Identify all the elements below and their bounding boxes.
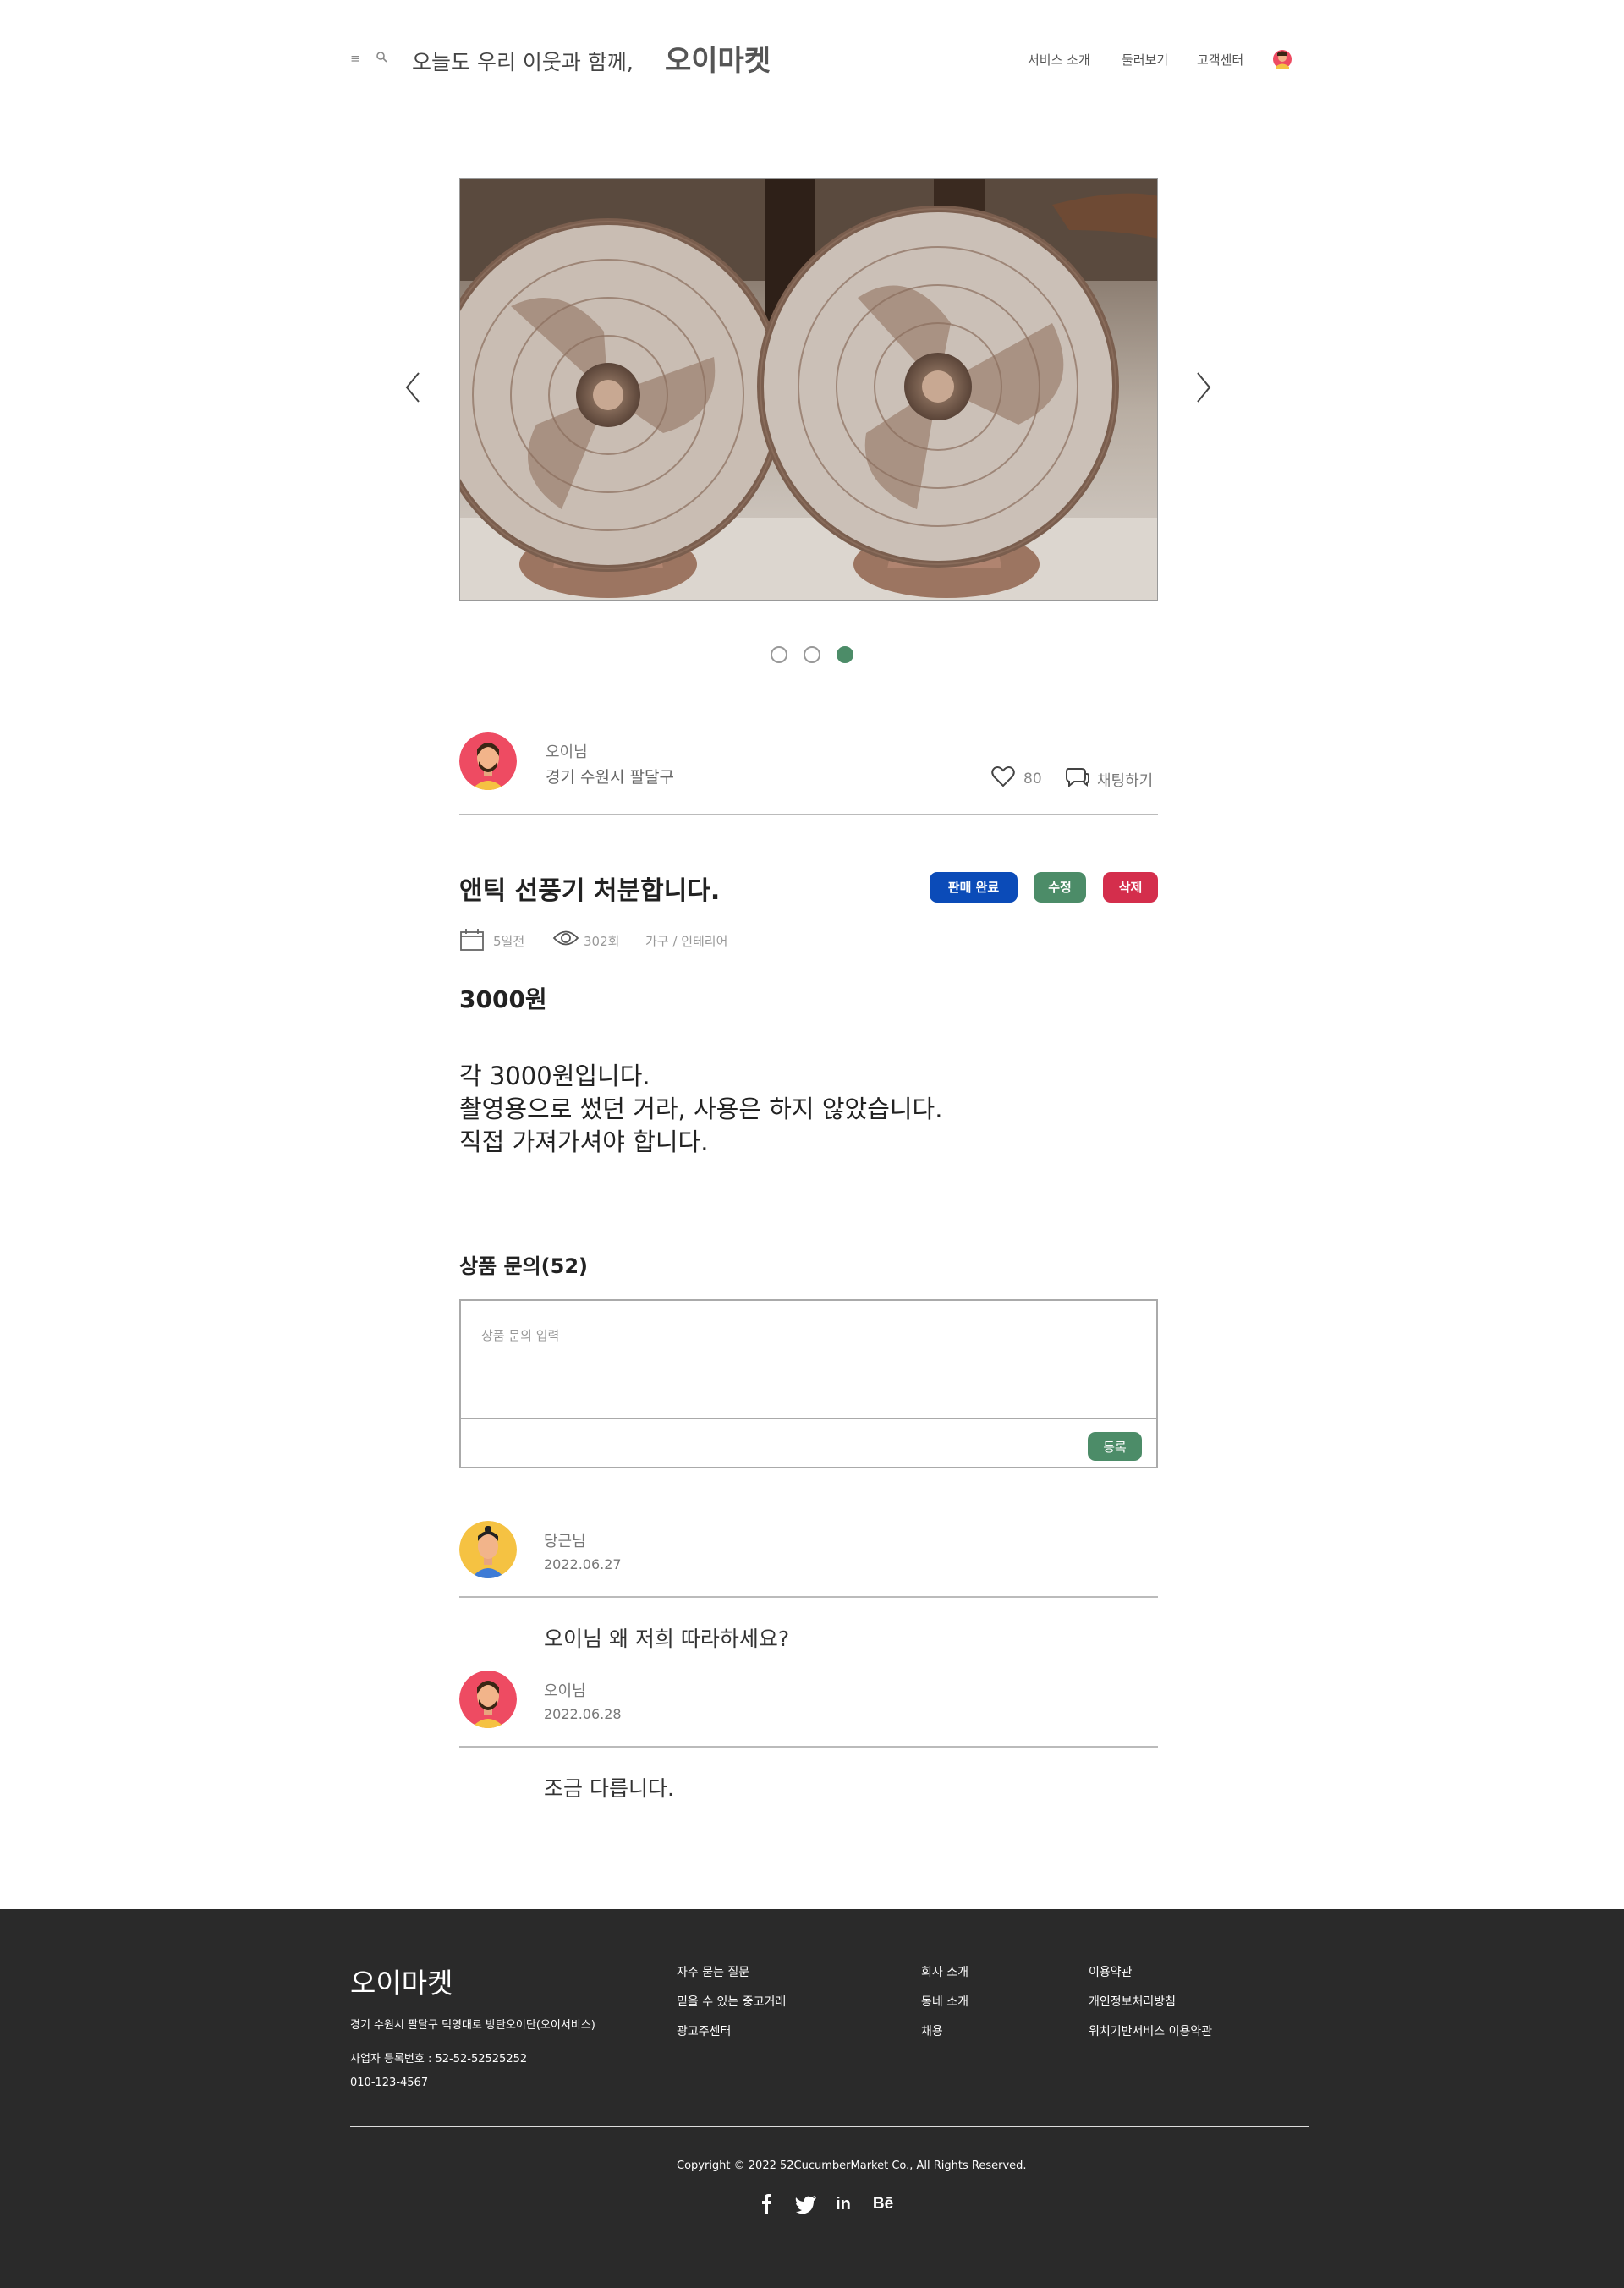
description-line-2: 촬영용으로 썼던 거라, 사용은 하지 않았습니다.	[459, 1095, 943, 1123]
footer-brand: 오이마켓	[350, 1967, 453, 2000]
product-photo	[459, 178, 1158, 601]
footer-address: 경기 수원시 팔달구 덕영대로 방탄오이단(오이서비스)	[350, 2019, 595, 2032]
footer-link-location-terms[interactable]: 위치기반서비스 이용약관	[1089, 2022, 1212, 2039]
user-avatar[interactable]	[1273, 50, 1292, 69]
search-icon[interactable]	[376, 51, 387, 66]
divider	[459, 814, 1158, 815]
product-category[interactable]: 가구 / 인테리어	[645, 932, 727, 950]
linkedin-icon[interactable]: in	[831, 2192, 855, 2216]
inquiry-title: 상품 문의(52)	[459, 1254, 589, 1278]
product-title: 앤틱 선풍기 처분합니다.	[459, 876, 721, 906]
seller-location: 경기 수원시 팔달구	[546, 768, 674, 787]
posted-time: 5일전	[493, 934, 525, 949]
footer-link-trusted-trade[interactable]: 믿을 수 있는 중고거래	[677, 1993, 786, 2010]
behance-icon[interactable]: Bē	[869, 2192, 897, 2216]
comment-text: 조금 다릅니다.	[544, 1776, 674, 1801]
nav-browse[interactable]: 둘러보기	[1122, 51, 1168, 69]
footer-link-neighborhood[interactable]: 동네 소개	[921, 1993, 968, 2010]
footer-link-terms[interactable]: 이용약관	[1089, 1963, 1133, 1980]
divider	[459, 1746, 1158, 1748]
calendar-icon	[459, 928, 485, 955]
footer-divider	[350, 2126, 1309, 2127]
footer-phone: 010-123-4567	[350, 2077, 429, 2089]
comment-date: 2022.06.27	[544, 1556, 622, 1572]
footer-link-advertiser[interactable]: 광고주센터	[677, 2022, 731, 2039]
footer	[0, 1909, 1624, 2288]
comment-author: 당근님	[544, 1533, 586, 1550]
carousel-dot-2[interactable]	[804, 646, 820, 663]
footer-business-number: 사업자 등록번호 : 52-52-52525252	[350, 2053, 528, 2066]
footer-link-privacy[interactable]: 개인정보처리방침	[1089, 1993, 1176, 2010]
inquiry-form: 등록	[459, 1299, 1158, 1468]
inquiry-submit-button[interactable]: 등록	[1088, 1432, 1142, 1461]
commenter-avatar	[459, 1671, 517, 1728]
header-tagline: 오늘도 우리 이웃과 함께,	[412, 50, 634, 74]
edit-button[interactable]: 수정	[1034, 872, 1086, 903]
view-count: 302회	[584, 934, 620, 949]
seller-name: 오이님	[546, 743, 588, 761]
nav-customer-center[interactable]: 고객센터	[1197, 51, 1243, 69]
product-price: 3000원	[459, 985, 547, 1013]
footer-link-careers[interactable]: 채용	[921, 2022, 943, 2039]
like-count: 80	[1023, 771, 1042, 787]
footer-copyright: Copyright © 2022 52CucumberMarket Co., A…	[677, 2159, 1027, 2172]
chat-icon[interactable]	[1065, 765, 1090, 791]
twitter-icon[interactable]	[794, 2192, 818, 2216]
sold-status-button[interactable]: 판매 완료	[930, 872, 1018, 903]
nav-service-intro[interactable]: 서비스 소개	[1028, 51, 1090, 69]
delete-button[interactable]: 삭제	[1103, 872, 1158, 903]
chat-button[interactable]: 채팅하기	[1097, 769, 1153, 791]
menu-icon[interactable]: ≡	[350, 51, 361, 66]
facebook-icon[interactable]	[755, 2192, 779, 2216]
description-line-1: 각 3000원입니다.	[459, 1062, 650, 1090]
carousel-dot-3[interactable]	[837, 646, 853, 663]
description-line-3: 직접 가져가셔야 합니다.	[459, 1128, 709, 1156]
heart-icon[interactable]	[991, 765, 1015, 791]
divider	[459, 1596, 1158, 1598]
inquiry-input[interactable]	[461, 1301, 1156, 1419]
seller-avatar[interactable]	[459, 732, 517, 790]
brand-logo[interactable]: 오이마켓	[665, 37, 771, 79]
carousel-prev-button[interactable]	[400, 366, 425, 409]
comment-author: 오이님	[544, 1682, 586, 1700]
footer-link-faq[interactable]: 자주 묻는 질문	[677, 1963, 749, 1980]
carousel-dot-1[interactable]	[771, 646, 787, 663]
carousel-next-button[interactable]	[1191, 366, 1216, 409]
comment-date: 2022.06.28	[544, 1706, 622, 1722]
eye-icon	[552, 929, 579, 951]
comment-text: 오이님 왜 저희 따라하세요?	[544, 1627, 790, 1651]
footer-link-company[interactable]: 회사 소개	[921, 1963, 968, 1980]
commenter-avatar	[459, 1521, 517, 1578]
